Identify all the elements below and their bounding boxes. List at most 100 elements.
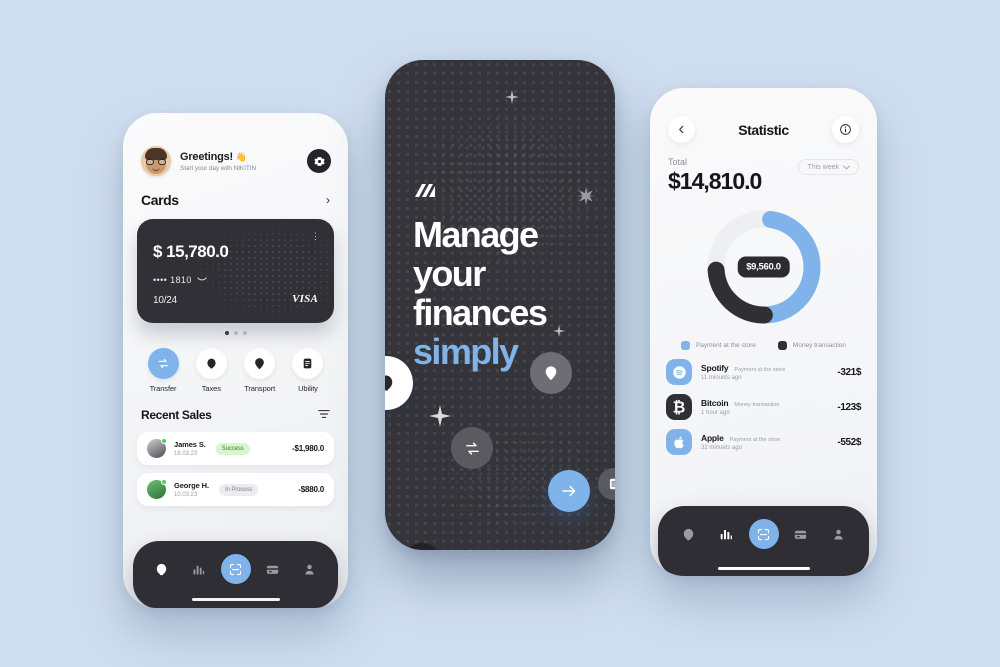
transfer-icon bbox=[465, 441, 479, 455]
filter-icon bbox=[318, 409, 330, 419]
recent-sales-header: Recent Sales bbox=[123, 393, 348, 424]
legend-swatch bbox=[680, 341, 690, 350]
transaction-time: 11 minuets ago bbox=[701, 375, 742, 381]
nav-item-home[interactable] bbox=[143, 562, 180, 577]
home-icon bbox=[385, 375, 393, 391]
nav-item-profile[interactable] bbox=[291, 562, 328, 577]
sale-name: George H. bbox=[174, 481, 209, 491]
floating-location-button[interactable] bbox=[530, 352, 572, 394]
action-taxes[interactable]: Taxes bbox=[189, 348, 233, 393]
home-indicator bbox=[191, 597, 280, 601]
status-badge: In Process bbox=[218, 483, 259, 496]
action-ubility[interactable]: Ubility bbox=[286, 348, 330, 393]
nav-item-home[interactable] bbox=[670, 527, 707, 542]
bottom-nav bbox=[133, 541, 338, 608]
legend-item: Money transaction bbox=[777, 341, 847, 350]
apple-icon bbox=[673, 436, 684, 448]
sparkle-icon bbox=[429, 405, 451, 432]
action-transport[interactable]: Transport bbox=[238, 348, 282, 393]
transaction-info: Bitcoin Money transaction 1 hour ago bbox=[701, 398, 779, 416]
nav-item-scan[interactable] bbox=[745, 519, 782, 549]
cards-section-header[interactable]: Cards › bbox=[123, 176, 348, 208]
avatar bbox=[147, 479, 167, 499]
headline-line-1: Manage bbox=[413, 214, 539, 255]
nav-item-cards[interactable] bbox=[254, 562, 291, 577]
table-row[interactable]: George H. 10.03.23 In Process -$880.0 bbox=[137, 473, 334, 506]
chevron-down-icon bbox=[843, 165, 850, 169]
online-dot bbox=[161, 438, 167, 444]
bill-icon bbox=[609, 478, 615, 490]
phone-statistic-screen: Statistic Total $14,810.0 This week $9,5… bbox=[650, 88, 877, 576]
list-item[interactable]: ₿ Bitcoin Money transaction 1 hour ago -… bbox=[666, 394, 861, 420]
action-label: Taxes bbox=[201, 384, 221, 393]
legend-swatch bbox=[777, 341, 787, 350]
kebab-menu-icon[interactable]: ⋮ bbox=[311, 232, 320, 241]
gear-icon bbox=[313, 156, 325, 166]
chevron-left-icon bbox=[679, 125, 684, 134]
location-icon bbox=[255, 358, 264, 370]
wave-emoji: 👋 bbox=[235, 151, 247, 162]
credit-card[interactable]: ⋮ $ 15,780.0 •••• 1810 10/24 VISA bbox=[137, 219, 334, 323]
table-row[interactable]: James S. 18.03.23 Success -$1,980.0 bbox=[137, 432, 334, 465]
status-text: Success bbox=[221, 445, 244, 452]
nav-item-cards[interactable] bbox=[782, 527, 819, 542]
transaction-time: 32 minuets ago bbox=[701, 445, 743, 451]
phone-home-screen: Greetings! 👋 Start your day with NIKITIN… bbox=[123, 113, 348, 608]
scan-icon bbox=[229, 563, 242, 575]
transaction-name: Apple bbox=[701, 433, 724, 443]
sparkle-icon bbox=[577, 187, 595, 210]
pager-dot[interactable] bbox=[224, 331, 229, 335]
transfer-icon bbox=[158, 358, 168, 369]
donut-chart: $9,560.0 bbox=[650, 203, 877, 331]
quick-actions: Transfer Taxes Transport Ubility bbox=[123, 335, 348, 393]
eye-hidden-icon[interactable] bbox=[197, 277, 207, 283]
transaction-title-row: Spotify Payment at the store bbox=[701, 363, 785, 373]
transaction-amount: -321$ bbox=[837, 366, 861, 378]
scan-button[interactable] bbox=[748, 519, 779, 549]
info-button[interactable] bbox=[832, 116, 859, 143]
chevron-right-icon[interactable]: › bbox=[326, 194, 330, 206]
card-icon bbox=[795, 530, 807, 539]
total-label: Total bbox=[668, 157, 688, 167]
total-block: Total $14,810.0 This week bbox=[650, 143, 877, 195]
action-transfer[interactable]: Transfer bbox=[141, 348, 185, 393]
avatar[interactable] bbox=[141, 146, 171, 176]
status-badge: Success bbox=[215, 442, 250, 455]
floating-next-button[interactable] bbox=[548, 470, 590, 512]
visa-logo: VISA bbox=[292, 293, 318, 305]
action-icon-bubble bbox=[195, 348, 227, 379]
legend-label: Money transaction bbox=[792, 342, 847, 349]
nav-item-scan[interactable] bbox=[217, 554, 254, 584]
settings-button[interactable] bbox=[307, 149, 331, 173]
card-balance: $ 15,780.0 bbox=[153, 242, 229, 261]
floating-transfer-button[interactable] bbox=[451, 427, 493, 469]
bottom-nav bbox=[658, 506, 869, 576]
filter-button[interactable] bbox=[318, 406, 330, 424]
cards-title: Cards bbox=[141, 192, 179, 208]
action-icon-bubble bbox=[292, 348, 324, 379]
nav-item-statistics[interactable] bbox=[180, 562, 217, 577]
transaction-icon-tile bbox=[666, 359, 692, 385]
list-item[interactable]: Apple Payment at the store 32 minuets ag… bbox=[666, 429, 861, 455]
greeting-title: Greetings! 👋 bbox=[180, 151, 256, 163]
action-label: Transfer bbox=[149, 384, 177, 393]
pager-dot[interactable] bbox=[233, 331, 238, 335]
nav-item-profile[interactable] bbox=[820, 527, 857, 542]
chart-icon bbox=[193, 565, 205, 574]
sale-identity: James S. 18.03.23 bbox=[174, 440, 206, 457]
arrow-right-icon bbox=[562, 485, 576, 497]
nav-item-statistics[interactable] bbox=[707, 526, 744, 542]
action-label: Transport bbox=[244, 384, 276, 393]
period-selector[interactable]: This week bbox=[798, 159, 859, 175]
back-button[interactable] bbox=[668, 116, 695, 143]
list-item[interactable]: Spotify Payment at the store 11 minuets … bbox=[666, 359, 861, 385]
transaction-icon-tile bbox=[666, 429, 692, 455]
scan-button[interactable] bbox=[220, 554, 251, 584]
card-icon bbox=[266, 565, 279, 574]
home-indicator bbox=[717, 566, 810, 570]
action-icon-bubble bbox=[244, 348, 276, 379]
transaction-icon-tile: ₿ bbox=[666, 394, 692, 420]
pager-dot[interactable] bbox=[242, 331, 247, 335]
action-label: Ubility bbox=[298, 384, 318, 393]
recent-sales-title: Recent Sales bbox=[141, 408, 212, 422]
